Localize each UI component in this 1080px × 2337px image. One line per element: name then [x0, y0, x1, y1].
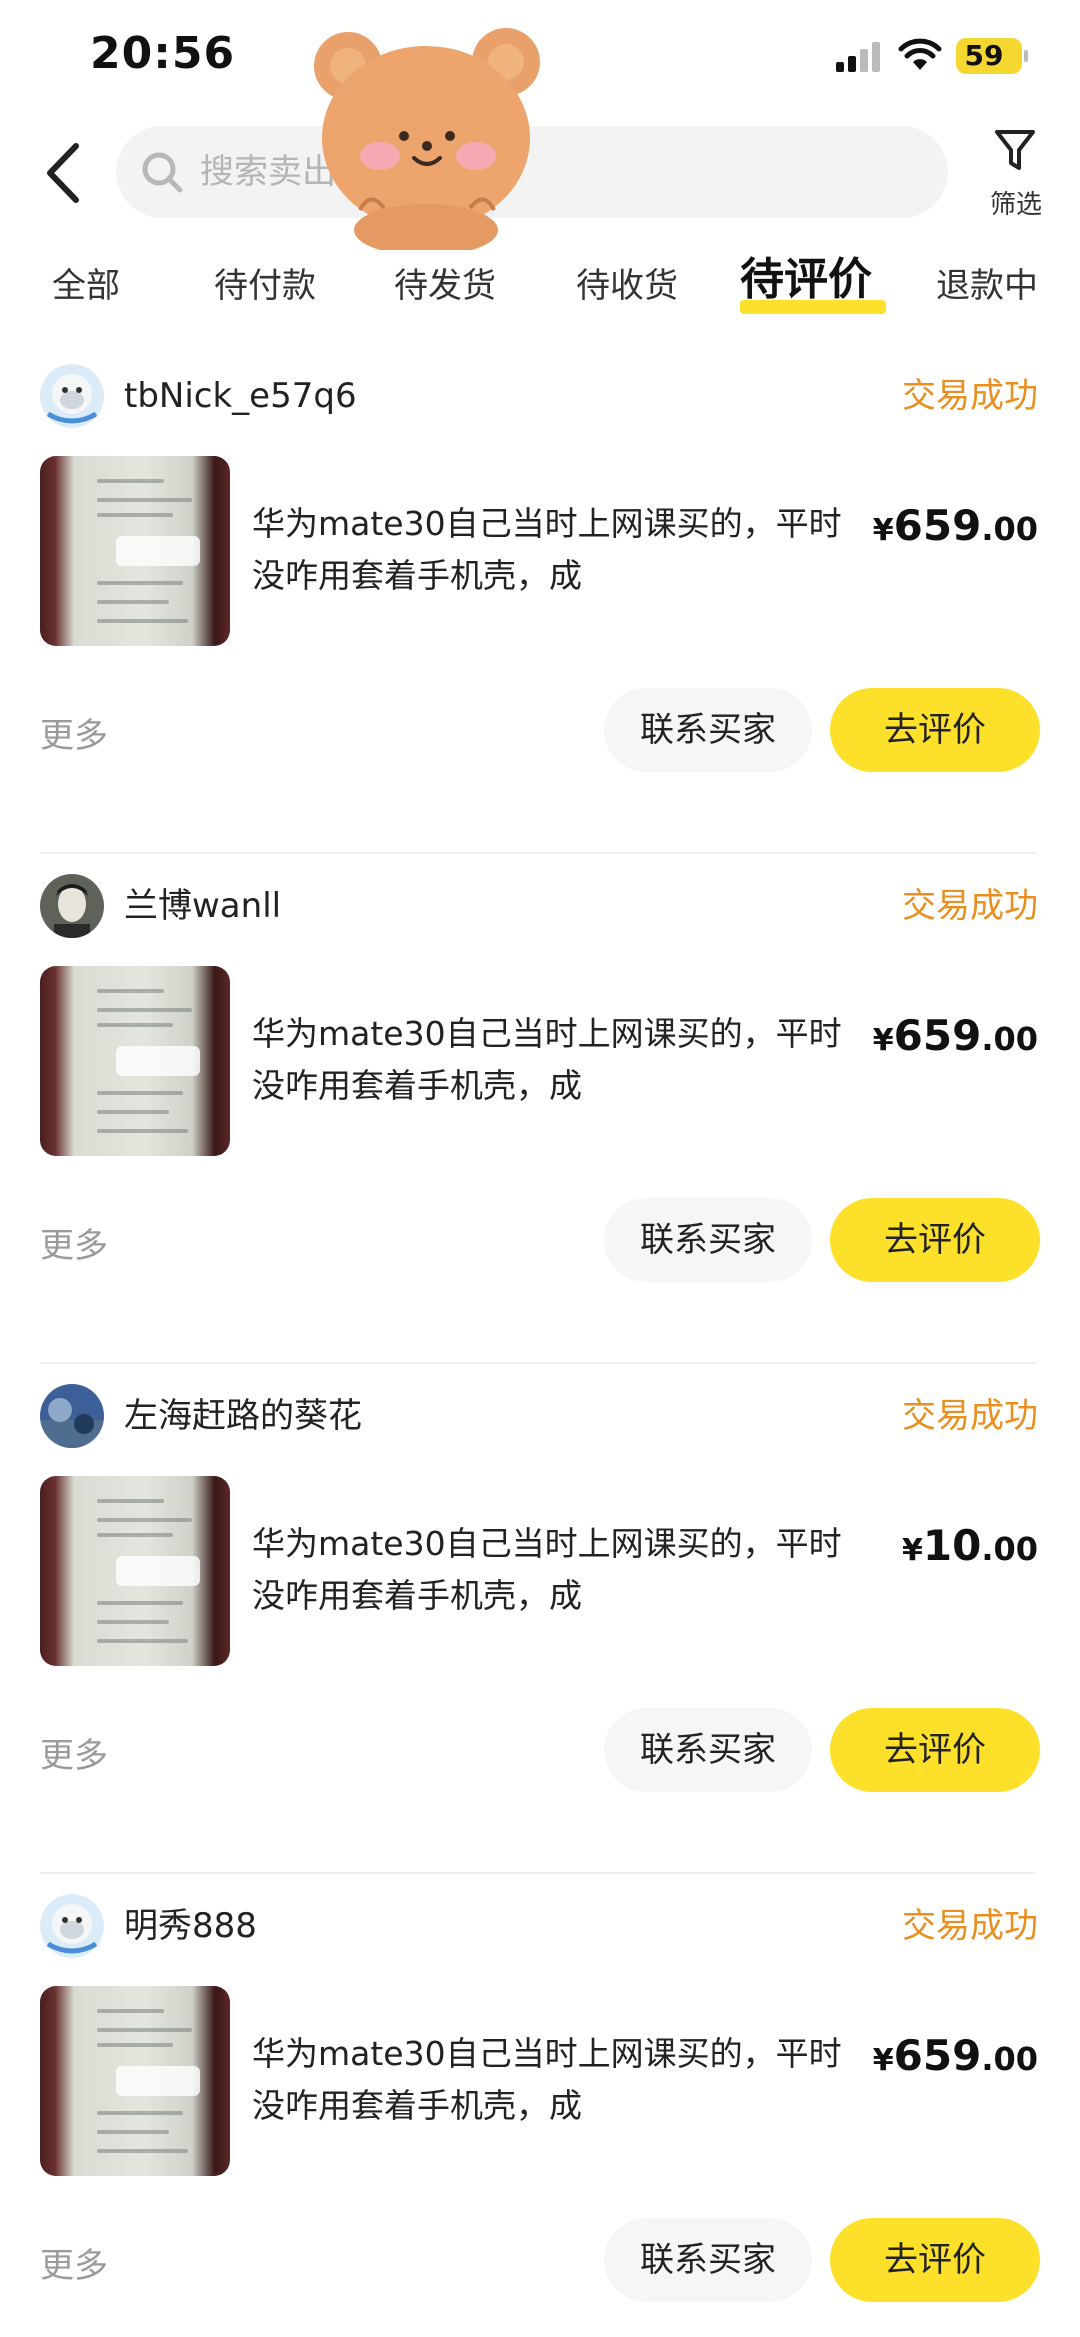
tab-pending-receipt[interactable]: 待收货: [576, 258, 678, 314]
product-thumbnail[interactable]: [40, 1986, 230, 2176]
write-review-button[interactable]: 去评价: [830, 2218, 1040, 2302]
order-status: 交易成功: [902, 1396, 1038, 1436]
order-status: 交易成功: [902, 376, 1038, 416]
more-link[interactable]: 更多: [40, 2238, 108, 2294]
teddy-bear-sticker: [314, 28, 540, 250]
tab-pending-review[interactable]: 待评价: [740, 252, 872, 308]
order-status: 交易成功: [902, 1906, 1038, 1946]
status-time: 20:56: [90, 28, 236, 79]
contact-buyer-button[interactable]: 联系买家: [604, 688, 812, 772]
avatar[interactable]: [40, 1894, 104, 1958]
more-link[interactable]: 更多: [40, 1728, 108, 1784]
order-status: 交易成功: [902, 886, 1038, 926]
seller-name[interactable]: 兰博wanll: [124, 878, 281, 934]
write-review-button[interactable]: 去评价: [830, 1198, 1040, 1282]
write-review-button[interactable]: 去评价: [830, 688, 1040, 772]
cellular-signal-icon: [836, 42, 880, 72]
contact-buyer-button[interactable]: 联系买家: [604, 1198, 812, 1282]
wifi-icon: [898, 38, 942, 70]
item-price: ¥659.00: [872, 1011, 1038, 1060]
tab-pending-shipment[interactable]: 待发货: [394, 258, 496, 314]
seller-name[interactable]: 左海赶路的葵花: [124, 1388, 362, 1444]
battery-icon: 59: [956, 38, 1028, 74]
product-thumbnail[interactable]: [40, 456, 230, 646]
product-thumbnail[interactable]: [40, 966, 230, 1156]
tab-pending-payment[interactable]: 待付款: [214, 258, 316, 314]
search-icon: [142, 152, 183, 193]
filter-button[interactable]: 筛选: [976, 124, 1056, 224]
product-thumbnail[interactable]: [40, 1476, 230, 1666]
avatar[interactable]: [40, 364, 104, 428]
item-title[interactable]: 华为mate30自己当时上网课买的，平时没咋用套着手机壳，成: [252, 498, 872, 602]
item-price: ¥659.00: [872, 2031, 1038, 2080]
item-price: ¥659.00: [872, 501, 1038, 550]
item-title[interactable]: 华为mate30自己当时上网课买的，平时没咋用套着手机壳，成: [252, 1518, 872, 1622]
write-review-button[interactable]: 去评价: [830, 1708, 1040, 1792]
order-card: 左海赶路的葵花 交易成功 华为mate30自己当时上网课买的，平时没咋用套着手机…: [0, 1364, 1080, 1874]
tab-refunding[interactable]: 退款中: [936, 258, 1038, 314]
funnel-icon: [995, 130, 1035, 170]
seller-name[interactable]: tbNick_e57q6: [124, 368, 357, 424]
order-tabs: 全部 待付款 待发货 待收货 待评价 退款中: [0, 248, 1080, 318]
tab-all[interactable]: 全部: [52, 258, 120, 314]
back-chevron-icon[interactable]: [38, 140, 92, 206]
order-card: 明秀888 交易成功 华为mate30自己当时上网课买的，平时没咋用套着手机壳，…: [0, 1874, 1080, 2337]
filter-label: 筛选: [989, 190, 1042, 220]
more-link[interactable]: 更多: [40, 708, 108, 764]
more-link[interactable]: 更多: [40, 1218, 108, 1274]
contact-buyer-button[interactable]: 联系买家: [604, 2218, 812, 2302]
avatar[interactable]: [40, 1384, 104, 1448]
item-title[interactable]: 华为mate30自己当时上网课买的，平时没咋用套着手机壳，成: [252, 2028, 872, 2132]
item-title[interactable]: 华为mate30自己当时上网课买的，平时没咋用套着手机壳，成: [252, 1008, 872, 1112]
order-card: 兰博wanll 交易成功 华为mate30自己当时上网课买的，平时没咋用套着手机…: [0, 854, 1080, 1364]
seller-name[interactable]: 明秀888: [124, 1898, 257, 1954]
item-price: ¥10.00: [901, 1521, 1038, 1570]
order-card: tbNick_e57q6 交易成功 华为mate30自己当时上网课买的，平时没咋…: [0, 344, 1080, 854]
order-list: tbNick_e57q6 交易成功 华为mate30自己当时上网课买的，平时没咋…: [0, 344, 1080, 2337]
battery-level: 59: [964, 39, 1004, 72]
avatar[interactable]: [40, 874, 104, 938]
contact-buyer-button[interactable]: 联系买家: [604, 1708, 812, 1792]
